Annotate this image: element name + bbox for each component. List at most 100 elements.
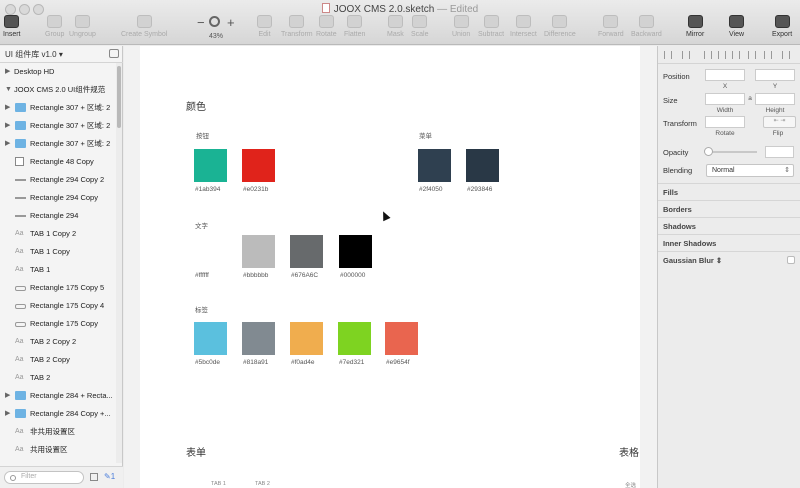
layer-row[interactable]: Aa TAB 2 <box>0 369 116 387</box>
subtract-button[interactable]: Subtract <box>478 15 504 43</box>
transform-button[interactable]: Transform <box>281 15 313 43</box>
color-swatch[interactable] <box>290 322 323 355</box>
inspector-section-inner-shadows[interactable]: Inner Shadows <box>658 234 800 251</box>
layer-row[interactable]: ▶ Desktop HD <box>0 63 116 81</box>
scroll-thumb[interactable] <box>117 66 121 128</box>
layer-row[interactable]: Aa TAB 2 Copy <box>0 351 116 369</box>
height-field[interactable] <box>755 93 795 105</box>
rotate-button[interactable]: Rotate <box>316 15 337 43</box>
union-button[interactable]: Union <box>452 15 470 43</box>
layer-row[interactable]: ▶ Rectangle 307 + 区域: 2 <box>0 117 116 135</box>
align-middle-icon[interactable] <box>718 51 726 59</box>
disclosure-closed-icon[interactable]: ▶ <box>5 135 10 153</box>
layer-row[interactable]: ▼ JOOX CMS 2.0 UI组件规范 <box>0 81 116 99</box>
inspector-section-shadows[interactable]: Shadows <box>658 217 800 234</box>
align-top-icon[interactable] <box>704 51 712 59</box>
rotate-field[interactable] <box>705 116 745 128</box>
align-bottom-icon[interactable] <box>732 51 740 59</box>
inspector-section-fills[interactable]: Fills <box>658 183 800 200</box>
mask-button[interactable]: Mask <box>387 15 404 43</box>
mirror-button[interactable]: Mirror <box>686 15 704 43</box>
color-swatch[interactable] <box>194 235 227 268</box>
zoom-out-button[interactable]: − <box>197 15 205 30</box>
inspector-section-borders[interactable]: Borders <box>658 200 800 217</box>
gaussian-blur-checkbox[interactable] <box>787 256 795 264</box>
inspector-section-gaussian-blur[interactable]: Gaussian Blur ⇕ <box>658 251 800 268</box>
flatten-button[interactable]: Flatten <box>344 15 365 43</box>
difference-button[interactable]: Difference <box>544 15 576 43</box>
layer-row[interactable]: Rectangle 175 Copy <box>0 315 116 333</box>
distribute-vertical-icon[interactable] <box>782 51 790 59</box>
opacity-field[interactable] <box>765 146 794 158</box>
blending-select[interactable]: Normal ⇕ <box>706 164 794 177</box>
filter-options-icon[interactable] <box>90 473 98 481</box>
width-field[interactable] <box>705 93 745 105</box>
color-swatch[interactable] <box>466 149 499 182</box>
layer-row[interactable]: Rectangle 294 Copy 2 <box>0 171 116 189</box>
position-x-field[interactable] <box>705 69 745 81</box>
layer-row[interactable]: Rectangle 48 Copy <box>0 153 116 171</box>
layer-row[interactable]: ▶ Rectangle 284 Copy +... <box>0 405 116 423</box>
color-swatch[interactable] <box>339 235 372 268</box>
export-button[interactable]: Export <box>772 15 792 43</box>
disclosure-closed-icon[interactable]: ▶ <box>5 63 10 81</box>
color-swatch[interactable] <box>242 149 275 182</box>
layer-row[interactable]: Aa 非共用设置区 <box>0 423 116 441</box>
canvas[interactable]: 颜色 按钮 菜单 文字 标签 #1ab394 #e0231b #2f4050 #293… <box>124 46 657 488</box>
document-name: JOOX CMS 2.0.sketch <box>333 4 435 15</box>
page-selector[interactable]: UI 组件库 v1.0 ▾ <box>0 46 123 63</box>
color-swatch[interactable] <box>194 322 227 355</box>
position-y-field[interactable] <box>755 69 795 81</box>
color-swatch[interactable] <box>194 149 227 182</box>
opacity-slider-knob[interactable] <box>704 147 713 156</box>
zoom-in-button[interactable]: + <box>227 15 235 30</box>
align-center-icon[interactable] <box>748 51 756 59</box>
layer-row[interactable]: Aa TAB 1 Copy <box>0 243 116 261</box>
layer-row[interactable]: ▶ Rectangle 284 + Recta... <box>0 387 116 405</box>
color-swatch[interactable] <box>242 322 275 355</box>
toolbar: JOOX CMS 2.0.sketch — Edited Insert Group… <box>0 0 800 45</box>
color-swatch[interactable] <box>385 322 418 355</box>
disclosure-closed-icon[interactable]: ▶ <box>5 387 10 405</box>
artboard[interactable]: 颜色 按钮 菜单 文字 标签 #1ab394 #e0231b #2f4050 #293… <box>140 46 640 488</box>
color-swatch[interactable] <box>242 235 275 268</box>
color-swatch[interactable] <box>290 235 323 268</box>
disclosure-open-icon[interactable]: ▼ <box>5 81 12 99</box>
create-symbol-button[interactable]: Create Symbol <box>121 15 167 43</box>
disclosure-closed-icon[interactable]: ▶ <box>5 99 10 117</box>
backward-button[interactable]: Backward <box>631 15 662 43</box>
layer-row[interactable]: Rectangle 294 <box>0 207 116 225</box>
color-swatch[interactable] <box>418 149 451 182</box>
forward-button[interactable]: Forward <box>598 15 624 43</box>
layers-scrollbar[interactable] <box>116 63 122 463</box>
flip-buttons[interactable]: ⇤ ⇥ <box>763 116 796 128</box>
layer-row[interactable]: Aa TAB 1 <box>0 261 116 279</box>
ungroup-button[interactable]: Ungroup <box>69 15 96 43</box>
slice-filter-icon[interactable]: ✎1 <box>104 472 115 481</box>
page-toggle-icon[interactable] <box>109 49 119 58</box>
layer-row[interactable]: Rectangle 175 Copy 5 <box>0 279 116 297</box>
scale-button[interactable]: Scale <box>411 15 429 43</box>
layer-row[interactable]: Aa TAB 1 Copy 2 <box>0 225 116 243</box>
insert-button[interactable]: Insert <box>3 15 21 43</box>
opacity-slider[interactable] <box>706 151 757 153</box>
layer-row[interactable]: ▶ Rectangle 307 + 区域: 2 <box>0 99 116 117</box>
layer-row[interactable]: Rectangle 294 Copy <box>0 189 116 207</box>
color-swatch[interactable] <box>338 322 371 355</box>
layer-row[interactable]: Aa 共用设置区 <box>0 441 116 459</box>
disclosure-closed-icon[interactable]: ▶ <box>5 405 10 423</box>
edit-button[interactable]: Edit <box>257 15 272 43</box>
view-button[interactable]: View <box>729 15 744 43</box>
layer-row[interactable]: Rectangle 175 Copy 4 <box>0 297 116 315</box>
align-right-icon[interactable] <box>764 51 772 59</box>
window-title: JOOX CMS 2.0.sketch — Edited <box>0 3 800 15</box>
filter-input[interactable]: Filter <box>4 471 84 484</box>
lock-ratio-icon[interactable]: a <box>746 95 754 102</box>
distribute-icon[interactable] <box>682 51 690 59</box>
disclosure-closed-icon[interactable]: ▶ <box>5 117 10 135</box>
group-button[interactable]: Group <box>45 15 64 43</box>
layer-row[interactable]: ▶ Rectangle 307 + 区域: 2 <box>0 135 116 153</box>
align-left-icon[interactable] <box>664 51 672 59</box>
intersect-button[interactable]: Intersect <box>510 15 537 43</box>
layer-row[interactable]: Aa TAB 2 Copy 2 <box>0 333 116 351</box>
